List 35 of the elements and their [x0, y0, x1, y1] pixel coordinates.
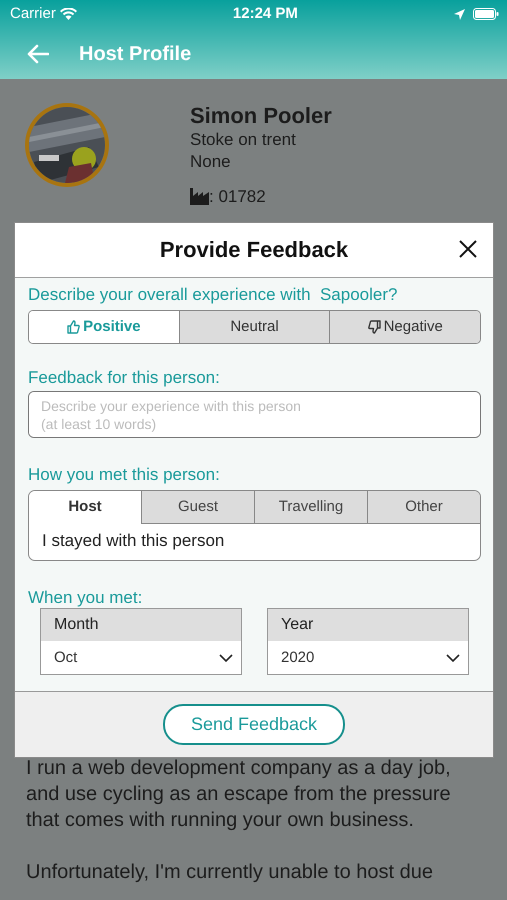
- met-tab[interactable]: Other: [367, 491, 480, 524]
- chevron-down-icon: [219, 654, 233, 663]
- carrier-label: Carrier: [10, 4, 56, 24]
- year-select[interactable]: Year 2020: [267, 608, 469, 676]
- feedback-field[interactable]: Describe your experience with this person (at least 10 words): [28, 390, 481, 438]
- page-title: Host Profile: [79, 42, 192, 66]
- thumbs-up-icon: [67, 320, 80, 334]
- host-city: Stoke on trent: [190, 129, 297, 151]
- factory-icon: [190, 188, 209, 206]
- bio-paragraph: I run a web development company as a day job, and use cycling as an escape from the pressure that comes with running your own business.: [26, 756, 452, 833]
- host-detail: None: [190, 150, 232, 172]
- wifi-icon: [60, 8, 77, 20]
- clock-time: 12:24 PM: [232, 4, 298, 24]
- met-tab[interactable]: Guest: [141, 491, 254, 524]
- rating-option[interactable]: Neutral: [178, 311, 330, 344]
- bio-paragraph: Unfortunately, I'm currently unable to host due: [26, 860, 434, 885]
- month-value: Oct: [54, 648, 78, 668]
- rating-option[interactable]: Negative: [329, 311, 480, 344]
- met-tab[interactable]: Travelling: [254, 491, 367, 524]
- dialog-title: Provide Feedback: [160, 236, 348, 264]
- year-value: 2020: [281, 648, 314, 668]
- when-label: When you met:: [28, 588, 144, 608]
- month-select[interactable]: Month Oct: [40, 608, 242, 676]
- month-label: Month: [41, 608, 241, 641]
- met-description: I stayed with this person: [41, 530, 226, 552]
- chevron-down-icon: [446, 654, 460, 663]
- battery-icon: [472, 8, 499, 20]
- feedback-label: Feedback for this person:: [28, 368, 221, 389]
- phone-number: : 01782: [209, 186, 266, 208]
- met-label: How you met this person:: [28, 464, 221, 486]
- location-arrow-icon: [454, 8, 465, 20]
- host-name: Simon Pooler: [190, 103, 332, 130]
- thumbs-down-icon: [368, 320, 381, 334]
- year-label: Year: [268, 608, 468, 641]
- question-label: Describe your overall experience with Sapooler?: [28, 284, 398, 306]
